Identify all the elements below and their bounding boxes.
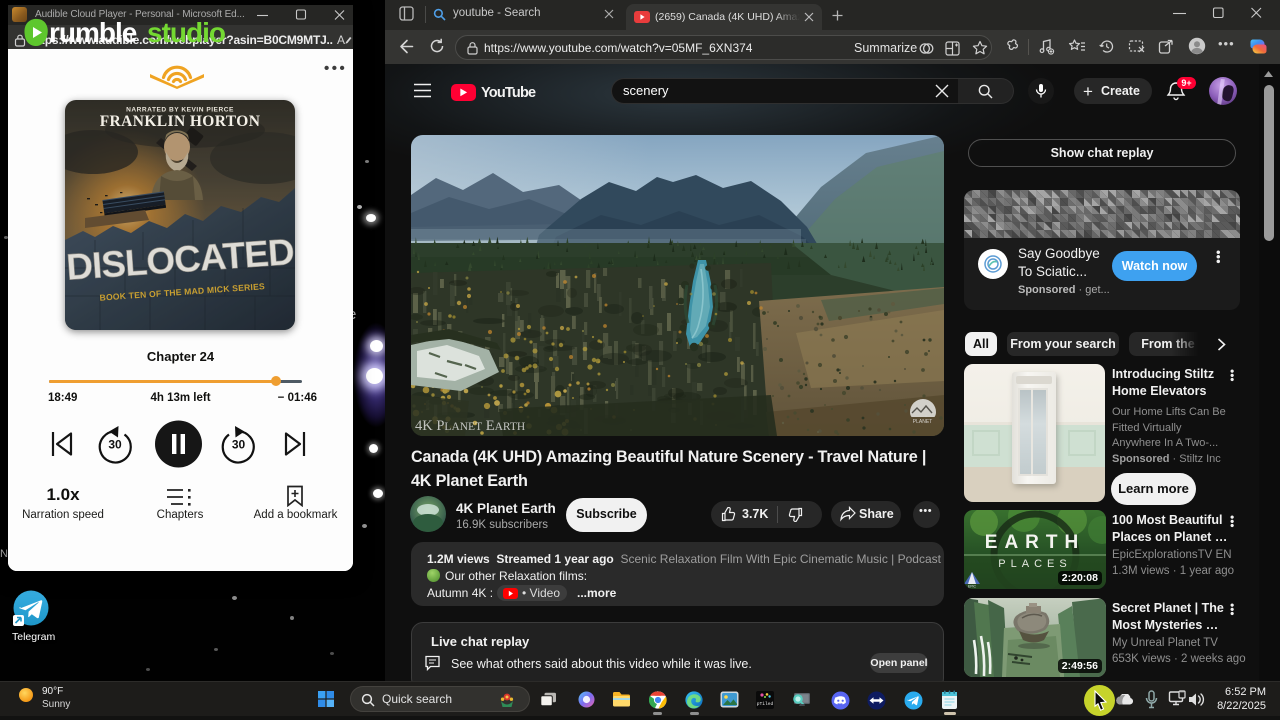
svg-text:PLANET: PLANET	[913, 419, 932, 425]
svg-text:EPIC: EPIC	[968, 585, 976, 589]
svg-text:rumble: rumble	[49, 17, 137, 48]
svg-text:FRANKLIN HORTON: FRANKLIN HORTON	[100, 113, 261, 130]
svg-text:A: A	[337, 33, 345, 47]
svg-text:studio: studio	[147, 17, 226, 48]
svg-text:EARTH: EARTH	[985, 532, 1085, 553]
svg-text:30: 30	[108, 438, 122, 452]
svg-text:4K PLANET EARTH: 4K PLANET EARTH	[415, 418, 525, 434]
svg-text:PLACES: PLACES	[998, 558, 1071, 570]
svg-text:pTiled: pTiled	[757, 701, 774, 707]
svg-text:30: 30	[232, 438, 246, 452]
